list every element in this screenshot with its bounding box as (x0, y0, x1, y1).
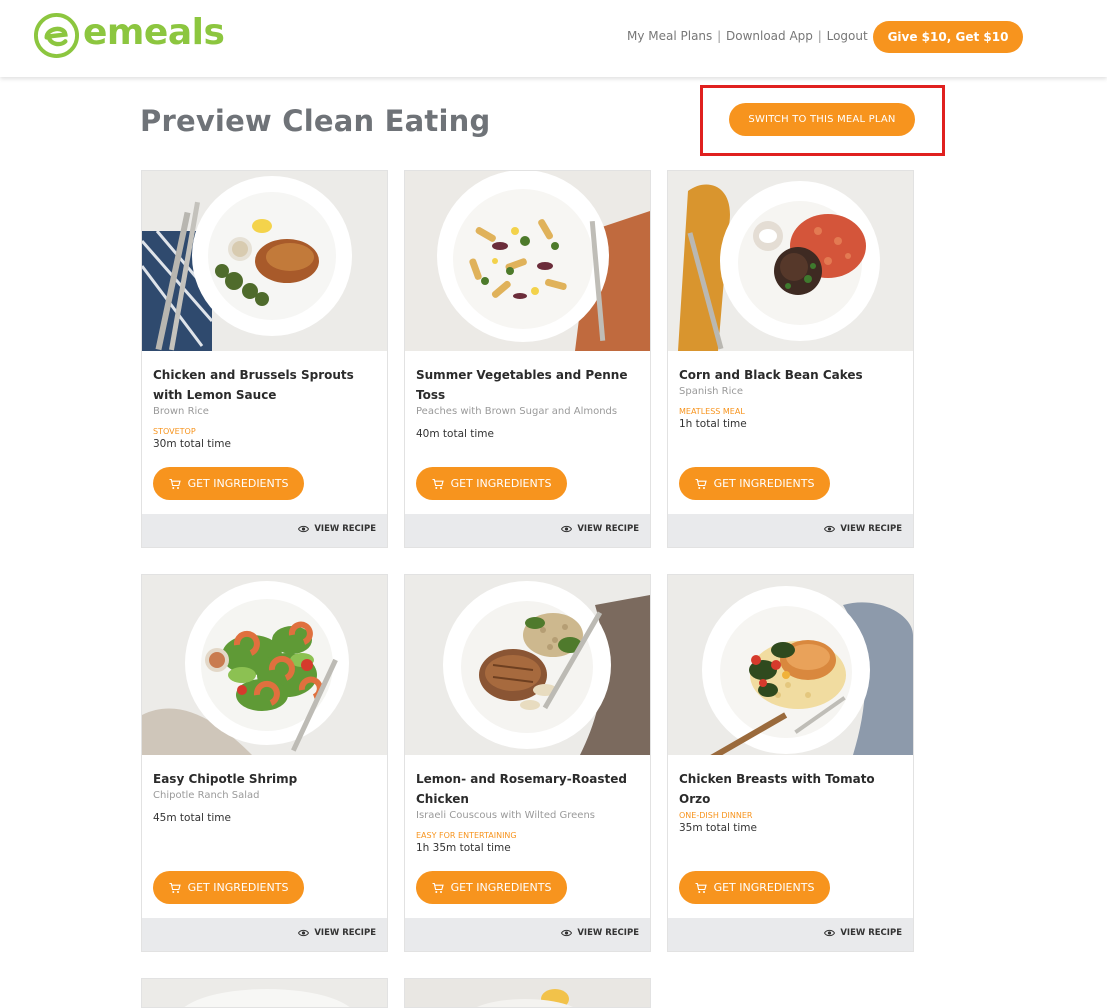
view-recipe-label: VIEW RECIPE (840, 524, 902, 534)
recipe-time: 45m total time (153, 812, 231, 824)
recipe-info: Easy Chipotle Shrimp Chipotle Ranch Sala… (153, 769, 378, 825)
recipe-image[interactable] (405, 171, 650, 351)
cart-icon (432, 478, 444, 489)
card-footer: VIEW RECIPE (668, 514, 913, 547)
view-recipe-label: VIEW RECIPE (577, 928, 639, 938)
get-ingredients-label: GET INGREDIENTS (450, 477, 552, 490)
switch-to-meal-plan-button[interactable]: SWITCH TO THIS MEAL PLAN (729, 103, 915, 136)
eye-icon (298, 929, 310, 937)
recipe-title[interactable]: Chicken Breasts with Tomato Orzo (679, 769, 904, 809)
recipe-image[interactable] (668, 575, 913, 755)
recipe-image[interactable] (142, 171, 387, 351)
recipe-card: Corn and Black Bean Cakes Spanish Rice M… (667, 170, 914, 548)
recipe-tag: EASY FOR ENTERTAINING (416, 831, 517, 840)
recipe-card: Chicken Breasts with Tomato Orzo ONE-DIS… (667, 574, 914, 952)
view-recipe-label: VIEW RECIPE (577, 524, 639, 534)
recipe-time: 35m total time (679, 822, 757, 834)
top-nav: My Meal Plans | Download App | Logout (627, 29, 868, 43)
recipe-title[interactable]: Summer Vegetables and Penne Toss (416, 365, 641, 405)
recipe-image[interactable] (142, 575, 387, 755)
recipe-time: 40m total time (416, 428, 494, 440)
get-ingredients-label: GET INGREDIENTS (713, 477, 815, 490)
recipe-title[interactable]: Corn and Black Bean Cakes (679, 365, 904, 385)
cart-icon (432, 882, 444, 893)
nav-separator: | (817, 29, 822, 43)
recipe-side: Spanish Rice (679, 386, 744, 397)
recipe-tag: MEATLESS MEAL (679, 407, 745, 416)
card-footer: VIEW RECIPE (405, 918, 650, 951)
recipe-tag: STOVETOP (153, 427, 196, 436)
recipe-image (142, 979, 387, 1007)
page-title: Preview Clean Eating (140, 104, 491, 138)
recipe-info: Summer Vegetables and Penne Toss Peaches… (416, 365, 641, 441)
get-ingredients-button[interactable]: GET INGREDIENTS (416, 871, 567, 904)
cart-icon (169, 478, 181, 489)
get-ingredients-button[interactable]: GET INGREDIENTS (679, 871, 830, 904)
recipe-side: Chipotle Ranch Salad (153, 790, 260, 801)
view-recipe-label: VIEW RECIPE (314, 928, 376, 938)
eye-icon (561, 929, 573, 937)
recipe-info: Chicken and Brussels Sprouts with Lemon … (153, 365, 378, 451)
recipe-side: Brown Rice (153, 406, 209, 417)
recipe-side: Israeli Couscous with Wilted Greens (416, 810, 595, 821)
view-recipe-label: VIEW RECIPE (314, 524, 376, 534)
card-footer: VIEW RECIPE (668, 918, 913, 951)
recipe-side: Peaches with Brown Sugar and Almonds (416, 406, 618, 417)
recipe-card: Summer Vegetables and Penne Toss Peaches… (404, 170, 651, 548)
view-recipe-link[interactable]: VIEW RECIPE (824, 928, 902, 938)
recipe-card: Easy Chipotle Shrimp Chipotle Ranch Sala… (141, 574, 388, 952)
recipe-image[interactable] (405, 575, 650, 755)
get-ingredients-label: GET INGREDIENTS (450, 881, 552, 894)
card-footer: VIEW RECIPE (142, 918, 387, 951)
recipe-tag: ONE-DISH DINNER (679, 811, 753, 820)
recipe-image (405, 979, 650, 1007)
emeals-logo-icon (33, 12, 80, 59)
view-recipe-link[interactable]: VIEW RECIPE (824, 524, 902, 534)
eye-icon (561, 525, 573, 533)
recipe-card-partial[interactable] (404, 978, 651, 1008)
cart-icon (695, 882, 707, 893)
eye-icon (298, 525, 310, 533)
nav-separator: | (717, 29, 722, 43)
get-ingredients-label: GET INGREDIENTS (713, 881, 815, 894)
get-ingredients-button[interactable]: GET INGREDIENTS (153, 871, 304, 904)
my-meal-plans-link[interactable]: My Meal Plans (627, 29, 712, 43)
recipe-card: Chicken and Brussels Sprouts with Lemon … (141, 170, 388, 548)
logout-link[interactable]: Logout (827, 29, 868, 43)
recipe-time: 1h total time (679, 418, 747, 430)
eye-icon (824, 929, 836, 937)
card-footer: VIEW RECIPE (142, 514, 387, 547)
get-ingredients-label: GET INGREDIENTS (187, 881, 289, 894)
recipe-card-partial[interactable] (141, 978, 388, 1008)
eye-icon (824, 525, 836, 533)
view-recipe-label: VIEW RECIPE (840, 928, 902, 938)
recipe-image[interactable] (668, 171, 913, 351)
get-ingredients-button[interactable]: GET INGREDIENTS (153, 467, 304, 500)
get-ingredients-button[interactable]: GET INGREDIENTS (679, 467, 830, 500)
recipe-time: 1h 35m total time (416, 842, 511, 854)
view-recipe-link[interactable]: VIEW RECIPE (561, 928, 639, 938)
recipe-info: Chicken Breasts with Tomato Orzo ONE-DIS… (679, 769, 904, 835)
recipe-info: Corn and Black Bean Cakes Spanish Rice M… (679, 365, 904, 431)
recipe-title[interactable]: Easy Chipotle Shrimp (153, 769, 378, 789)
card-footer: VIEW RECIPE (405, 514, 650, 547)
give-10-get-10-button[interactable]: Give $10, Get $10 (873, 21, 1023, 53)
recipe-info: Lemon- and Rosemary-Roasted Chicken Isra… (416, 769, 641, 855)
cart-icon (169, 882, 181, 893)
view-recipe-link[interactable]: VIEW RECIPE (298, 524, 376, 534)
get-ingredients-button[interactable]: GET INGREDIENTS (416, 467, 567, 500)
recipe-card: Lemon- and Rosemary-Roasted Chicken Isra… (404, 574, 651, 952)
recipe-time: 30m total time (153, 438, 231, 450)
download-app-link[interactable]: Download App (726, 29, 813, 43)
view-recipe-link[interactable]: VIEW RECIPE (561, 524, 639, 534)
cart-icon (695, 478, 707, 489)
recipe-title[interactable]: Lemon- and Rosemary-Roasted Chicken (416, 769, 641, 809)
logo-text: emeals (83, 11, 225, 53)
top-header: emeals My Meal Plans | Download App | Lo… (0, 0, 1107, 77)
view-recipe-link[interactable]: VIEW RECIPE (298, 928, 376, 938)
emeals-logo[interactable]: emeals (33, 11, 225, 59)
recipe-title[interactable]: Chicken and Brussels Sprouts with Lemon … (153, 365, 378, 405)
get-ingredients-label: GET INGREDIENTS (187, 477, 289, 490)
